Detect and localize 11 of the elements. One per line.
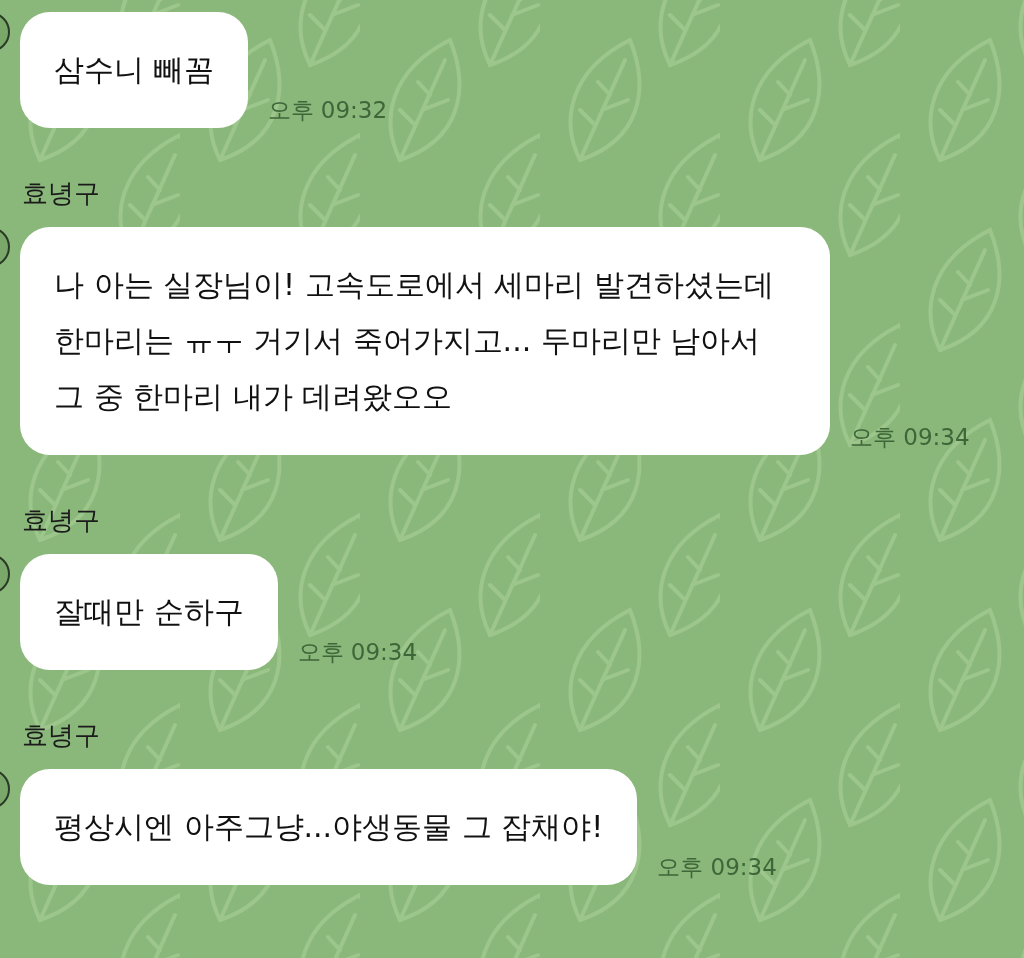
sender-name: 효녕구 [22, 719, 101, 752]
message-time: 오후 09:34 [850, 423, 970, 452]
message-bubble: 평상시엔 아주그냥...야생동물 그 잡채야! [20, 769, 638, 885]
message-time: 오후 09:34 [657, 853, 777, 882]
sender-name: 효녕구 [22, 177, 101, 210]
message-bubble: 나 아는 실장님이! 고속도로에서 세마리 발견하셨는데 한마리는 ㅠㅜ 거기서 죽어가지고... 두마리만 남아서 그 중 한마리 내가 데려왔오오 [20, 227, 830, 455]
message-bubble: 삼수니 빼꼼 [20, 12, 248, 128]
sender-name: 효녕구 [22, 504, 101, 537]
message-bubble: 잘때만 순하구 [20, 554, 278, 670]
message-time: 오후 09:32 [267, 96, 388, 125]
message-time: 오후 09:34 [297, 638, 418, 667]
